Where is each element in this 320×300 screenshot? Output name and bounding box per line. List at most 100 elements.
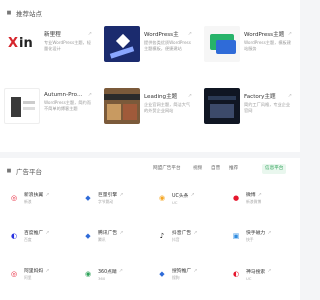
external-link-icon[interactable]: ↗ (119, 268, 123, 274)
external-link-icon[interactable]: ↗ (88, 31, 92, 37)
site-title: 新里程 (44, 32, 61, 38)
media-item[interactable]: ◎ 阿里妈妈 ↗ 阿里 (8, 260, 78, 288)
media-item[interactable]: ♪ 抖音广告 ↗ 抖音 (156, 222, 226, 250)
site-description: 提供各类优质WordPress主题模板，便捷建站 (144, 40, 191, 51)
site-description: WordPress主题，模板建站服务 (244, 40, 291, 51)
media-platforms-panel: ■ 广告平台 网盟广告平台 视频 自营 推荐 信息平台 ◎ 新浪扶翼 ↗ 新浪 ◆ 巨量… (0, 158, 300, 300)
media-desc: 抖音 (172, 237, 180, 242)
external-link-icon[interactable]: ↗ (119, 230, 123, 236)
site-thumbnail[interactable] (204, 26, 240, 62)
external-link-icon[interactable]: ↗ (88, 92, 92, 98)
featured-site-grid: Xin 新里程 ↗ 专业WordPress主题，轻量化设计 WordPress主 ↗ 提… (0, 26, 300, 150)
site-card[interactable]: Xin 新里程 ↗ 专业WordPress主题，轻量化设计 (4, 26, 96, 82)
site-card[interactable]: Autumn-Pro… ↗ WordPress主题，简约而不简单的博客主题 (4, 88, 96, 144)
external-link-icon[interactable]: ↗ (119, 192, 123, 198)
media-name: 神马搜索 (246, 269, 266, 275)
media-item[interactable]: ◆ 搜狗推广 ↗ 搜狗 (156, 260, 226, 288)
media-item[interactable]: ◎ 新浪扶翼 ↗ 新浪 (8, 184, 78, 212)
site-title: Leading主题 (144, 94, 178, 100)
media-name: 微博 (246, 193, 256, 198)
external-link-icon[interactable]: ↗ (45, 268, 49, 274)
external-link-icon[interactable]: ↗ (267, 268, 271, 274)
featured-header: ■ 推荐站点 (0, 0, 300, 26)
external-link-icon[interactable]: ↗ (288, 31, 292, 37)
media-item[interactable]: ◆ 腾讯广告 ↗ 腾讯 (82, 222, 152, 250)
site-description: 简约工厂风格，专业企业官网 (244, 102, 291, 113)
site-thumbnail[interactable] (4, 88, 40, 124)
site-title: WordPress主 (144, 32, 179, 38)
external-link-icon[interactable]: ↗ (45, 230, 49, 236)
media-item[interactable]: ◉ 360点睛 ↗ 360 (82, 260, 152, 288)
media-desc: 快手 (246, 237, 254, 242)
sogou-logo-icon: ◆ (159, 270, 165, 278)
media-desc: 搜狗 (172, 275, 180, 280)
external-link-icon[interactable]: ↗ (193, 268, 197, 274)
media-desc: 新浪 (24, 199, 32, 204)
media-name: 新浪扶翼 (24, 193, 44, 198)
media-name: 快手磁力 (246, 231, 266, 236)
media-name: 搜狗推广 (172, 269, 192, 274)
media-name: 百度推广 (24, 231, 44, 236)
baidu-logo-icon: ◐ (10, 232, 18, 240)
media-name: 巨量引擎 (98, 193, 118, 198)
media-item[interactable]: ◐ 神马搜索 ↗ UC (230, 260, 300, 288)
media-desc: 字节跳动 (98, 199, 114, 204)
douyin-logo-icon: ♪ (159, 232, 165, 240)
site-card[interactable]: Factory主题 ↗ 简约工厂风格，专业企业官网 (204, 88, 296, 144)
media-tabs: 网盟广告平台 视频 自营 推荐 信息平台 (0, 164, 300, 178)
media-desc: 阿里 (24, 275, 32, 280)
tab-recommend[interactable]: 推荐 (226, 164, 241, 174)
site-thumbnail[interactable] (104, 26, 140, 62)
360-logo-icon: ◉ (84, 270, 92, 278)
site-card[interactable]: WordPress主 ↗ 提供各类优质WordPress主题模板，便捷建站 (104, 26, 196, 82)
media-name: UC头条 (172, 193, 189, 199)
external-link-icon[interactable]: ↗ (188, 31, 192, 37)
media-desc: 360 (98, 275, 106, 281)
media-name: 360点睛 (98, 269, 117, 275)
tab-self[interactable]: 自营 (208, 164, 223, 174)
site-card[interactable]: WordPress主题 ↗ WordPress主题，模板建站服务 (204, 26, 296, 82)
external-link-icon[interactable]: ↗ (267, 230, 271, 236)
media-item[interactable]: ◉ UC头条 ↗ UC (156, 184, 226, 212)
tag-icon: ■ (6, 10, 12, 16)
media-item[interactable]: ◆ 巨量引擎 ↗ 字节跳动 (82, 184, 152, 212)
site-card[interactable]: Leading主题 ↗ 企业官网主题，简洁大气的外贸企业网站 (104, 88, 196, 144)
external-link-icon[interactable]: ↗ (288, 93, 292, 99)
site-thumbnail[interactable] (104, 88, 140, 124)
site-title: Autumn-Pro… (44, 92, 83, 98)
site-description: 企业官网主题，简洁大气的外贸企业网站 (144, 102, 191, 113)
juliang-logo-icon: ◆ (85, 194, 91, 202)
site-thumbnail[interactable]: Xin (4, 26, 40, 62)
tencent-logo-icon: ◆ (85, 232, 91, 240)
site-description: WordPress主题，简约而不简单的博客主题 (44, 100, 91, 111)
tab-video[interactable]: 视频 (190, 164, 205, 174)
weibo-logo-icon: ● (232, 194, 240, 202)
featured-title: 推荐站点 (16, 10, 42, 18)
media-name: 阿里妈妈 (24, 269, 44, 274)
featured-sites-panel: ■ 推荐站点 Xin 新里程 ↗ 专业WordPress主题，轻量化设计 WordP… (0, 0, 300, 152)
external-link-icon[interactable]: ↗ (193, 230, 197, 236)
tab-network[interactable]: 网盟广告平台 (150, 164, 184, 174)
media-item[interactable]: ▣ 快手磁力 ↗ 快手 (230, 222, 300, 250)
shenma-logo-icon: ◐ (232, 270, 240, 278)
sina-logo-icon: ◎ (10, 194, 18, 202)
uc-logo-icon: ◉ (158, 194, 166, 202)
media-desc: UC (172, 199, 178, 205)
media-grid: ◎ 新浪扶翼 ↗ 新浪 ◆ 巨量引擎 ↗ 字节跳动 ◉ UC头条 ↗ UC ● 微博 ↗ 新浪微博 ◐ 百… (0, 184, 300, 300)
external-link-icon[interactable]: ↗ (258, 192, 262, 198)
external-link-icon[interactable]: ↗ (190, 192, 194, 198)
external-link-icon[interactable]: ↗ (45, 192, 49, 198)
media-name: 抖音广告 (172, 231, 192, 236)
media-desc: UC (246, 275, 252, 281)
kuaishou-logo-icon: ▣ (232, 232, 240, 240)
media-desc: 腾讯 (98, 237, 106, 242)
media-desc: 百度 (24, 237, 32, 242)
media-item[interactable]: ◐ 百度推广 ↗ 百度 (8, 222, 78, 250)
tab-info-platform[interactable]: 信息平台 (262, 164, 287, 174)
site-title: Factory主题 (244, 94, 276, 100)
media-item[interactable]: ● 微博 ↗ 新浪微博 (230, 184, 300, 212)
site-description: 专业WordPress主题，轻量化设计 (44, 40, 91, 51)
site-title: WordPress主题 (244, 32, 285, 38)
external-link-icon[interactable]: ↗ (188, 93, 192, 99)
site-thumbnail[interactable] (204, 88, 240, 124)
